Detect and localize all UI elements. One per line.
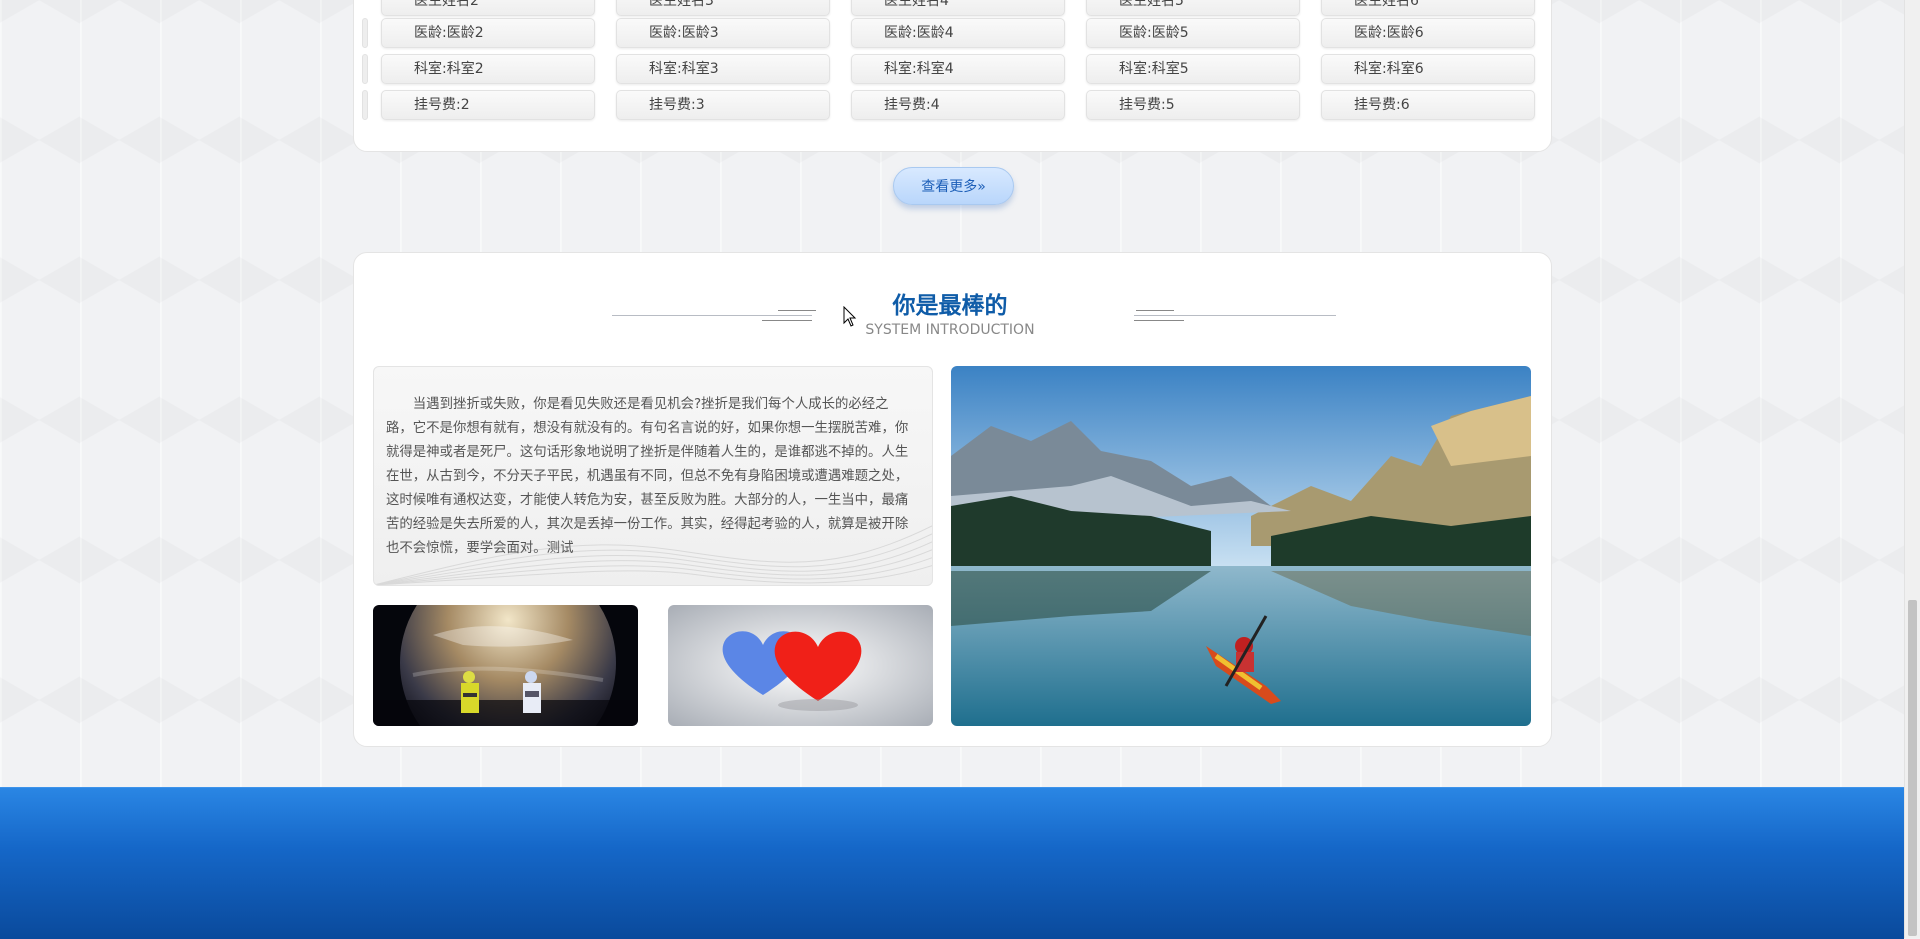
title-line-right — [1134, 315, 1336, 316]
doctor-info-cell: 科室:科室2 — [381, 54, 595, 84]
intro-text-box: 当遇到挫折或失败，你是看见失败还是看见机会?挫折是我们每个人成长的必经之路，它不… — [373, 366, 933, 586]
title-line-left-accent — [762, 320, 812, 321]
view-more-button[interactable]: 查看更多» — [893, 167, 1014, 205]
title-line-right-accent — [1134, 320, 1184, 321]
doctor-info-cell: 医龄:医龄4 — [851, 18, 1065, 48]
doctor-info-cell: 科室:科室5 — [1086, 54, 1300, 84]
doctor-info-cell: 医生姓名6 — [1321, 0, 1535, 16]
doctor-info-cell: 医龄:医龄6 — [1321, 18, 1535, 48]
doctor-info-cell: 挂号费:3 — [616, 90, 830, 120]
lake-kayak-illustration — [951, 366, 1531, 726]
doctor-info-cell: 挂号费:6 — [1321, 90, 1535, 120]
earth-astronauts-illustration — [373, 605, 638, 726]
doctor-info-cell: 医生姓名2 — [381, 0, 595, 16]
doctor-info-cell: 医生姓名5 — [1086, 0, 1300, 16]
lake-kayak-image[interactable] — [951, 366, 1531, 726]
page-footer — [0, 787, 1904, 939]
doctor-info-cell: 科室:科室3 — [616, 54, 830, 84]
doctor-info-cell: 科室:科室4 — [851, 54, 1065, 84]
doctor-info-cell: 医龄:医龄5 — [1086, 18, 1300, 48]
doctor-info-cell: 医龄:医龄2 — [381, 18, 595, 48]
doctor-info-cell: 医龄:医龄3 — [616, 18, 830, 48]
earth-astronauts-image[interactable] — [373, 605, 638, 726]
title-line-right-accent-2 — [1136, 310, 1174, 311]
hearts-illustration — [668, 605, 933, 726]
doctor-info-cell: 挂号费:4 — [851, 90, 1065, 120]
scrollbar-thumb[interactable] — [1908, 600, 1917, 936]
intro-text: 当遇到挫折或失败，你是看见失败还是看见机会?挫折是我们每个人成长的必经之路，它不… — [386, 397, 909, 556]
doctor-info-cell: 挂号费:2 — [381, 90, 595, 120]
mouse-cursor-icon — [843, 306, 857, 327]
doctor-info-cell: 挂号费:5 — [1086, 90, 1300, 120]
doctor-info-cell-partial — [362, 18, 368, 48]
doctor-info-cell: 医生姓名4 — [851, 0, 1065, 16]
doctor-info-cell-partial — [362, 54, 368, 84]
hearts-image[interactable] — [668, 605, 933, 726]
doctor-info-cell-partial — [362, 90, 368, 120]
doctor-info-cell: 医生姓名3 — [616, 0, 830, 16]
doctor-info-cell: 科室:科室6 — [1321, 54, 1535, 84]
vertical-scrollbar[interactable] — [1904, 0, 1920, 938]
title-line-left — [612, 315, 812, 316]
